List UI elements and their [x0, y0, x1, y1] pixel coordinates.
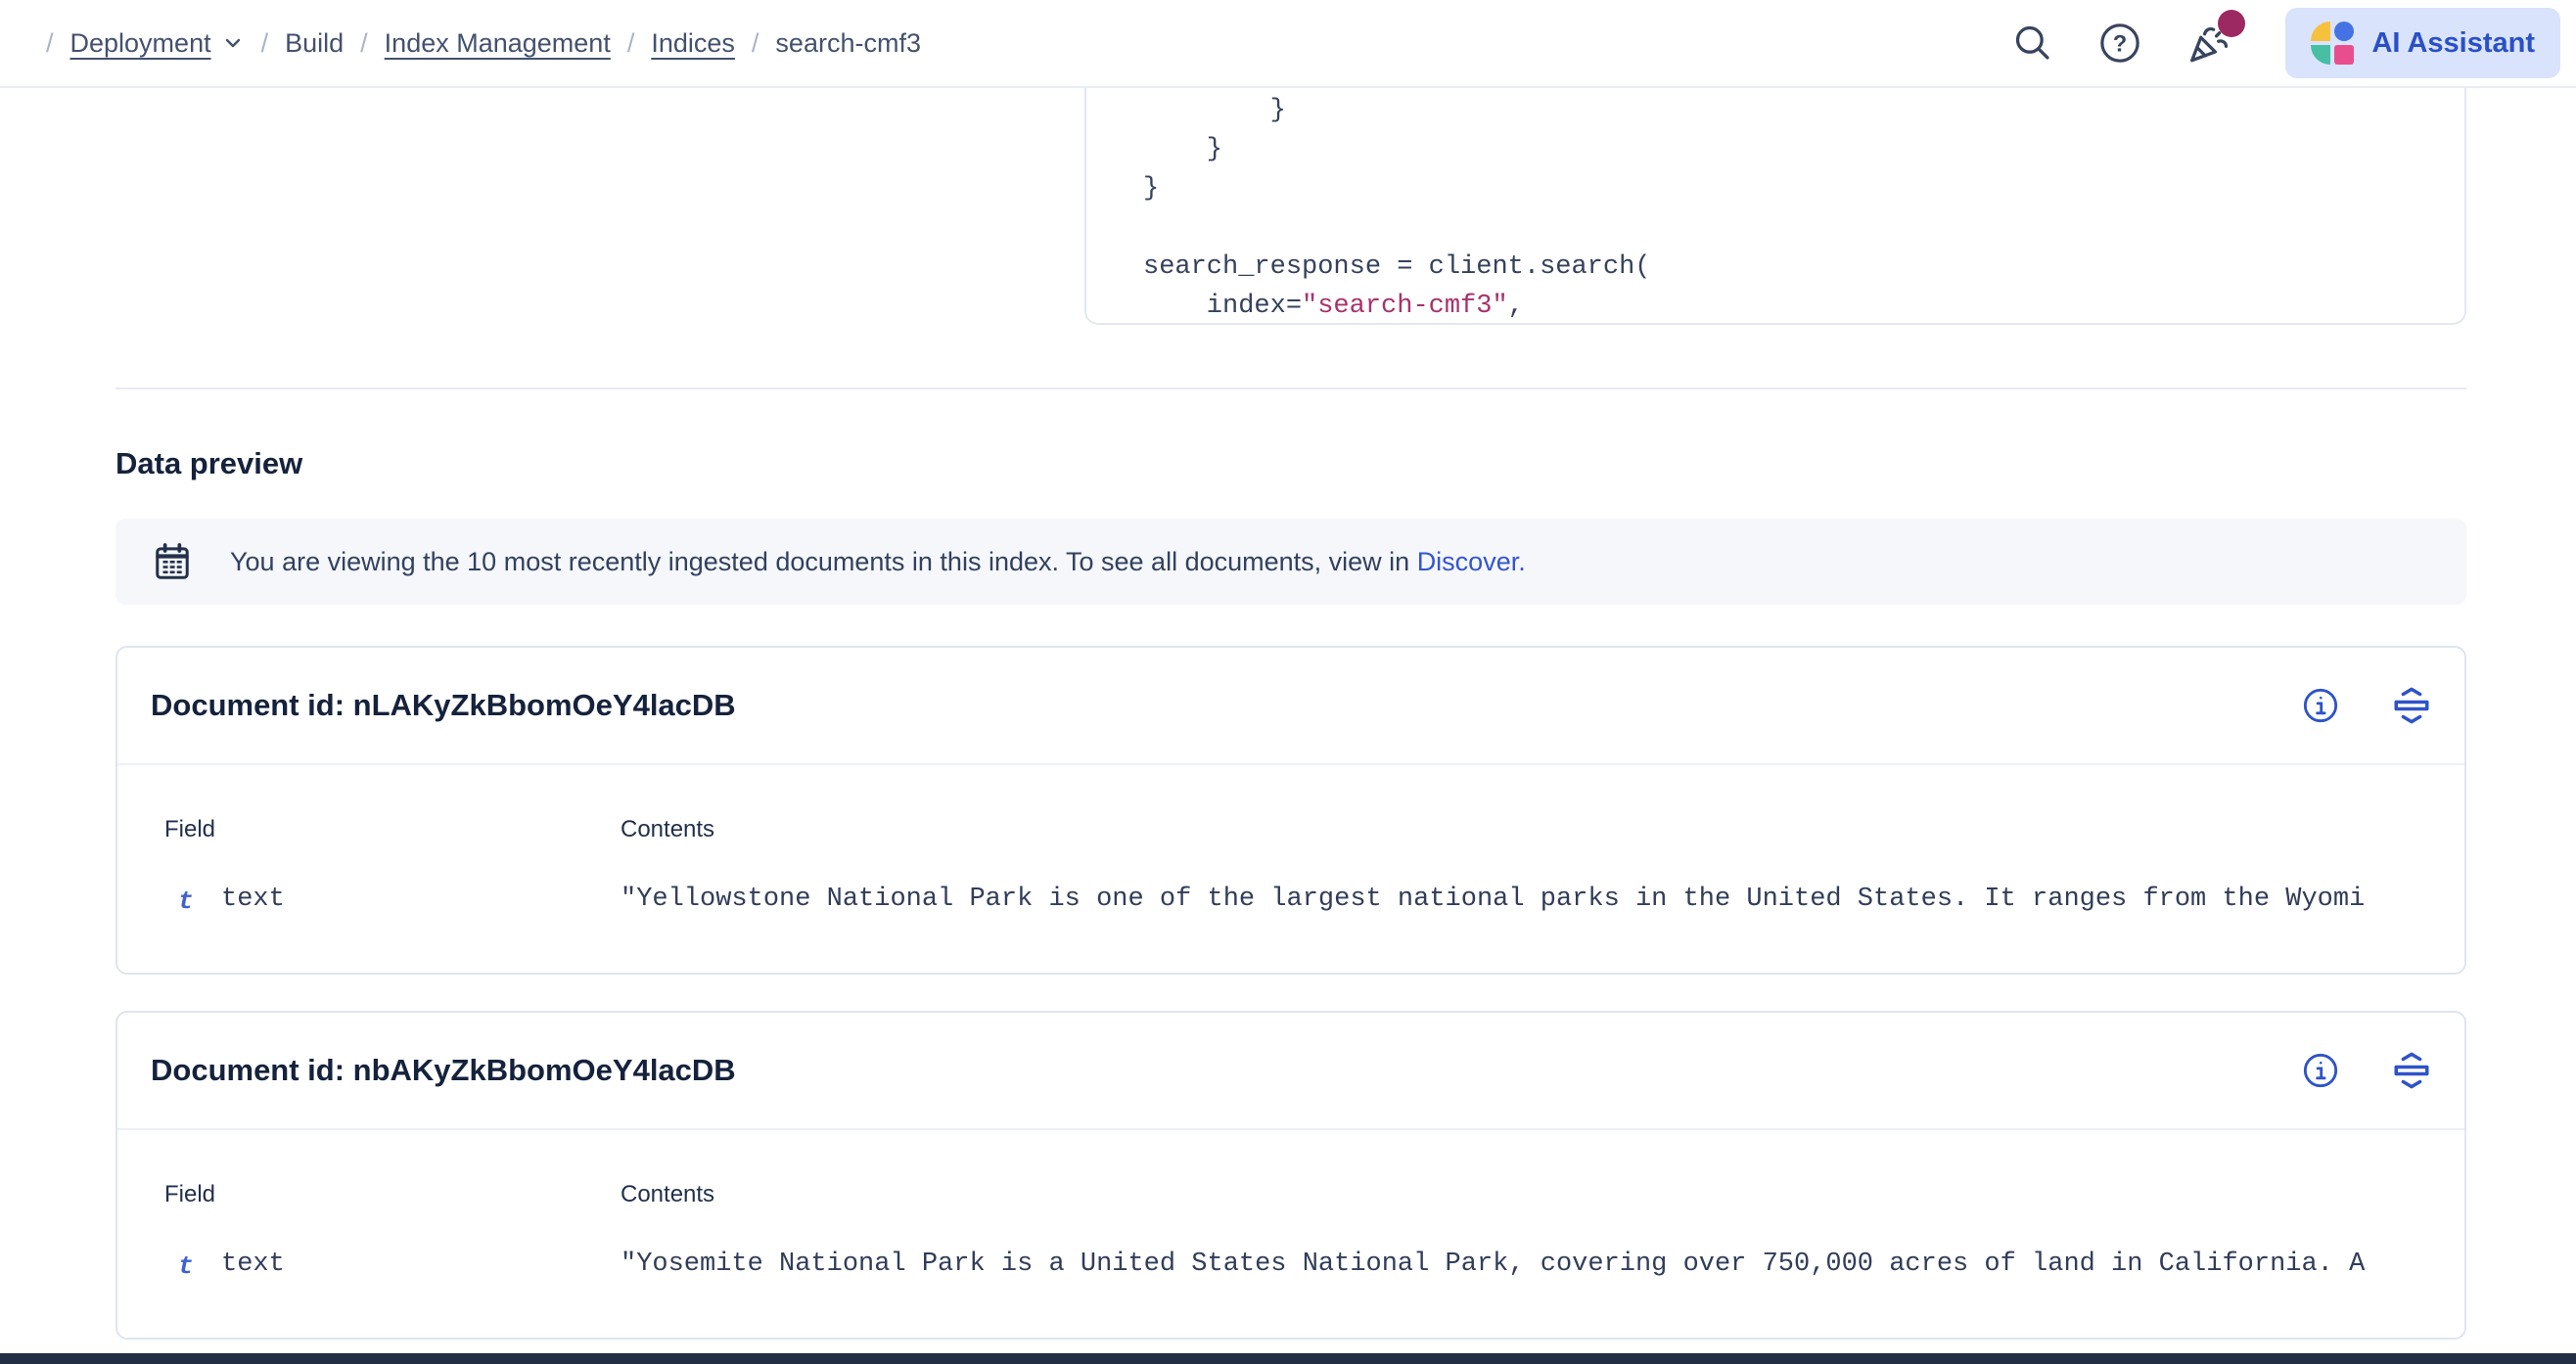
- section-divider: [115, 387, 2466, 389]
- breadcrumb-item-build: Build: [285, 28, 344, 59]
- info-icon: [2302, 687, 2339, 724]
- field-column-header: Field: [164, 1181, 215, 1208]
- notification-badge: [2218, 10, 2245, 37]
- document-card: Document id: nbAKyZkBbomOeY4lacDB: [115, 1011, 2466, 1340]
- breadcrumb-separator: /: [360, 28, 368, 59]
- discover-link[interactable]: Discover.: [1417, 547, 1526, 576]
- ingested-docs-callout: You are viewing the 10 most recently ing…: [115, 519, 2466, 605]
- document-info-button[interactable]: [2302, 1052, 2339, 1089]
- window-bottom-bar: [0, 1353, 2576, 1364]
- breadcrumb-separator: /: [627, 28, 635, 59]
- document-expand-button[interactable]: [2390, 684, 2433, 727]
- breadcrumb-item-search-cmf3: search-cmf3: [775, 28, 921, 59]
- breadcrumb-item-index-management[interactable]: Index Management: [385, 28, 611, 59]
- breadcrumb-separator: /: [752, 28, 759, 59]
- breadcrumb-separator: /: [261, 28, 269, 59]
- help-icon: ?: [2098, 22, 2141, 65]
- text-field-type-icon: t: [178, 1251, 194, 1281]
- document-card-header: Document id: nLAKyZkBbomOeY4lacDB: [117, 648, 2464, 765]
- svg-text:?: ?: [2113, 31, 2127, 57]
- field-column-header: Field: [164, 816, 215, 843]
- ai-assistant-logo-icon: [2311, 22, 2354, 65]
- field-name: text: [221, 885, 285, 914]
- info-icon: [2302, 1052, 2339, 1089]
- document-card-header: Document id: nbAKyZkBbomOeY4lacDB: [117, 1013, 2464, 1130]
- data-preview-title: Data preview: [115, 446, 302, 481]
- document-info-button[interactable]: [2302, 687, 2339, 724]
- breadcrumb: / Deployment / Build / Index Management / Indic…: [29, 28, 921, 59]
- document-id-title: Document id: nbAKyZkBbomOeY4lacDB: [151, 1053, 736, 1088]
- ai-assistant-label: AI Assistant: [2371, 27, 2535, 60]
- contents-column-header: Contents: [621, 1181, 714, 1208]
- contents-column-header: Contents: [621, 816, 714, 843]
- code-line: index="search-cmf3",: [1143, 287, 2464, 325]
- document-fields-table: Field Contents t text "Yellowstone Natio…: [117, 765, 2464, 975]
- document-expand-button[interactable]: [2390, 1049, 2433, 1092]
- field-contents: "Yosemite National Park is a United Stat…: [621, 1250, 2459, 1279]
- app-root: { "breadcrumb": { "separator": "/", "ite…: [0, 0, 2576, 1364]
- code-line: [1143, 208, 2464, 248]
- document-id-title: Document id: nLAKyZkBbomOeY4lacDB: [151, 688, 736, 723]
- code-line: }: [1143, 169, 2464, 208]
- search-button[interactable]: [2012, 23, 2053, 64]
- document-card: Document id: nLAKyZkBbomOeY4lacDB: [115, 646, 2466, 975]
- expand-rows-icon: [2390, 684, 2433, 727]
- announcements-button[interactable]: [2186, 20, 2233, 67]
- text-field-type-icon: t: [178, 887, 194, 916]
- search-icon: [2012, 23, 2053, 64]
- field-contents: "Yellowstone National Park is one of the…: [621, 885, 2459, 914]
- callout-text: You are viewing the 10 most recently ing…: [230, 547, 1526, 577]
- top-bar-actions: ? AI Assistant: [1990, 8, 2560, 78]
- code-line: search_response = client.search(: [1143, 248, 2464, 287]
- calendar-icon: [152, 540, 193, 583]
- document-fields-table: Field Contents t text "Yosemite National…: [117, 1130, 2464, 1340]
- expand-rows-icon: [2390, 1049, 2433, 1092]
- code-snippet-panel: } }} search_response = client.search( ind…: [1084, 88, 2466, 325]
- ai-assistant-button[interactable]: AI Assistant: [2285, 8, 2560, 78]
- help-button[interactable]: ?: [2098, 22, 2141, 65]
- top-bar: / Deployment / Build / Index Management / Indic…: [0, 0, 2576, 88]
- breadcrumb-item-deployment[interactable]: Deployment: [70, 28, 211, 59]
- chevron-down-icon[interactable]: [221, 31, 245, 55]
- breadcrumb-item-indices[interactable]: Indices: [651, 28, 735, 59]
- code-line: }: [1143, 130, 2464, 169]
- breadcrumb-separator: /: [46, 28, 54, 59]
- document-actions: [2302, 1049, 2433, 1092]
- field-name: text: [221, 1250, 285, 1279]
- code-line: }: [1143, 91, 2464, 130]
- document-actions: [2302, 684, 2433, 727]
